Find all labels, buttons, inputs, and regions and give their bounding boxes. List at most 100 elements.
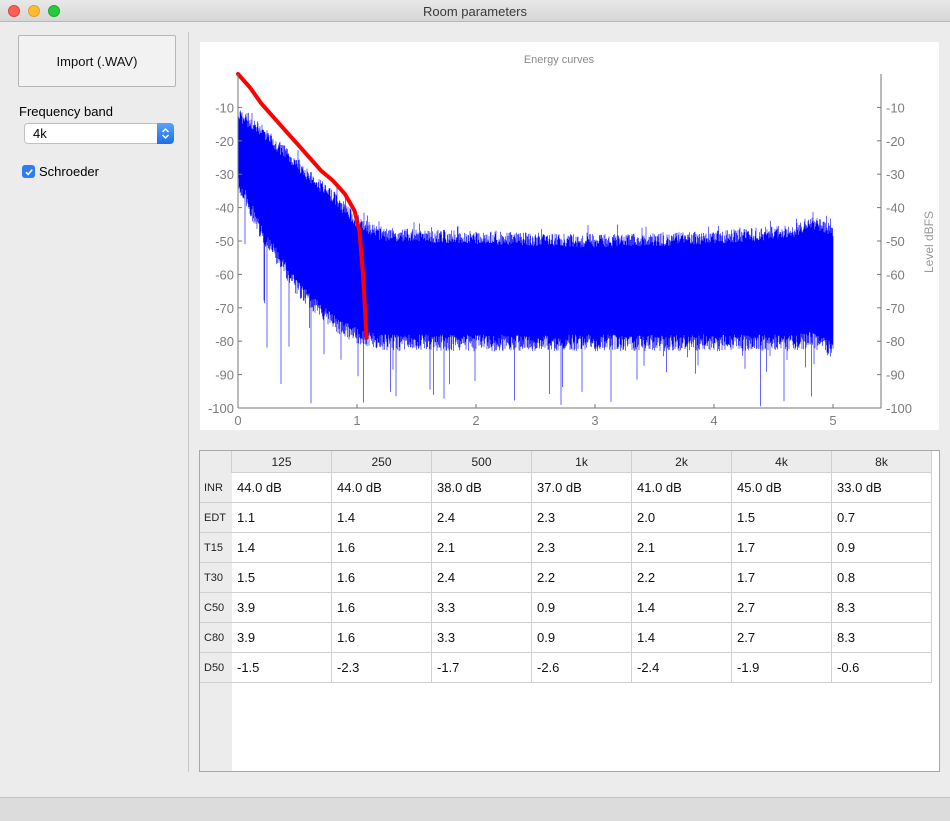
table-cell[interactable]: 1.7 <box>732 563 832 593</box>
table-cell[interactable]: 1.5 <box>732 503 832 533</box>
table-cell[interactable]: 0.9 <box>832 533 932 563</box>
table-cell[interactable]: 1.4 <box>632 623 732 653</box>
x-tick-label: 1 <box>353 413 360 428</box>
y-tick-label-right: -30 <box>886 167 905 182</box>
chart-title: Energy curves <box>524 54 595 66</box>
frequency-band-label: Frequency band <box>19 104 113 119</box>
schroeder-toggle[interactable]: Schroeder <box>22 164 99 179</box>
y-tick-label-right: -60 <box>886 267 905 282</box>
table-cell[interactable]: -0.6 <box>832 653 932 683</box>
table-cell[interactable]: 0.8 <box>832 563 932 593</box>
table-cell[interactable]: 1.6 <box>332 533 432 563</box>
table-cell[interactable]: 1.6 <box>332 593 432 623</box>
y-tick-label: -50 <box>215 234 234 249</box>
column-header[interactable]: 250 <box>332 451 432 473</box>
table-corner[interactable] <box>200 451 232 473</box>
y-tick-label-right: -10 <box>886 100 905 115</box>
energy-series <box>237 110 834 407</box>
table-cell[interactable]: 8.3 <box>832 623 932 653</box>
row-header[interactable]: C80 <box>200 623 232 653</box>
table-cell[interactable]: 2.3 <box>532 503 632 533</box>
table-cell[interactable]: 2.0 <box>632 503 732 533</box>
table-cell[interactable]: 1.4 <box>632 593 732 623</box>
table-cell[interactable]: -1.7 <box>432 653 532 683</box>
energy-series-line <box>237 110 834 407</box>
table-cell[interactable]: 0.9 <box>532 593 632 623</box>
table-cell[interactable]: 3.9 <box>232 623 332 653</box>
column-header[interactable]: 500 <box>432 451 532 473</box>
row-header[interactable]: T15 <box>200 533 232 563</box>
column-header[interactable]: 1k <box>532 451 632 473</box>
table-cell[interactable]: 3.3 <box>432 593 532 623</box>
row-header[interactable]: D50 <box>200 653 232 683</box>
column-header[interactable]: 125 <box>232 451 332 473</box>
table-cell[interactable]: 1.1 <box>232 503 332 533</box>
energy-curves-plot: Energy curves -10 -20 -30 -40 -50 -60 -70 -80 -9… <box>208 54 936 428</box>
table-cell[interactable]: -2.4 <box>632 653 732 683</box>
table-cell[interactable]: -1.9 <box>732 653 832 683</box>
y-axis-label: Level dBFS <box>922 211 936 273</box>
x-tick-label: 5 <box>829 413 836 428</box>
column-header[interactable]: 2k <box>632 451 732 473</box>
table-cell[interactable]: 1.6 <box>332 623 432 653</box>
table-cell[interactable]: 1.4 <box>232 533 332 563</box>
table-cell[interactable]: 2.4 <box>432 503 532 533</box>
table-cell[interactable]: 8.3 <box>832 593 932 623</box>
table-cell[interactable]: 45.0 dB <box>732 473 832 503</box>
table-cell[interactable]: -2.3 <box>332 653 432 683</box>
x-tick-label: 2 <box>472 413 479 428</box>
row-header[interactable]: INR <box>200 473 232 503</box>
y-tick-label: -90 <box>215 368 234 383</box>
row-header[interactable]: T30 <box>200 563 232 593</box>
table-cell[interactable]: 33.0 dB <box>832 473 932 503</box>
table-cell[interactable]: 0.7 <box>832 503 932 533</box>
checkmark-icon <box>24 168 33 176</box>
y-tick-label: -20 <box>215 134 234 149</box>
row-header[interactable]: C50 <box>200 593 232 623</box>
table-cell[interactable]: 2.4 <box>432 563 532 593</box>
x-tick-label: 4 <box>710 413 717 428</box>
table-cell[interactable]: 2.3 <box>532 533 632 563</box>
table-cell[interactable]: 44.0 dB <box>332 473 432 503</box>
table-cell[interactable]: 37.0 dB <box>532 473 632 503</box>
table-cell[interactable]: -1.5 <box>232 653 332 683</box>
table-cell[interactable]: 2.2 <box>532 563 632 593</box>
results-table: 125 250 500 1k 2k 4k 8k INR 44.0 dB 44.0 dB 38.0 d… <box>199 450 940 772</box>
column-header[interactable]: 4k <box>732 451 832 473</box>
table-cell[interactable]: 2.1 <box>432 533 532 563</box>
y-tick-label: -70 <box>215 301 234 316</box>
y-tick-label-right: -100 <box>886 401 912 416</box>
table-cell[interactable]: 1.6 <box>332 563 432 593</box>
y-tick-label: -100 <box>208 401 234 416</box>
table-cell[interactable]: 2.7 <box>732 593 832 623</box>
table-cell[interactable]: -2.6 <box>532 653 632 683</box>
table-cell[interactable]: 41.0 dB <box>632 473 732 503</box>
table-cell[interactable]: 1.7 <box>732 533 832 563</box>
title-bar: Room parameters <box>0 0 950 22</box>
import-wav-button[interactable]: Import (.WAV) <box>18 35 176 87</box>
panel-divider <box>188 32 189 772</box>
frequency-band-value: 4k <box>33 126 47 141</box>
table-cell[interactable]: 0.9 <box>532 623 632 653</box>
table-cell[interactable]: 2.2 <box>632 563 732 593</box>
energy-curves-chart: Energy curves -10 -20 -30 -40 -50 -60 -70 -80 -9… <box>200 42 939 430</box>
table-cell[interactable]: 1.5 <box>232 563 332 593</box>
y-tick-label-right: -40 <box>886 201 905 216</box>
chevron-up-down-icon[interactable] <box>157 123 174 144</box>
schroeder-checkbox[interactable] <box>22 165 35 178</box>
table-cell[interactable]: 3.9 <box>232 593 332 623</box>
table-cell[interactable]: 44.0 dB <box>232 473 332 503</box>
y-tick-label-right: -70 <box>886 301 905 316</box>
table-cell[interactable]: 2.1 <box>632 533 732 563</box>
table-cell[interactable]: 3.3 <box>432 623 532 653</box>
table-cell[interactable]: 38.0 dB <box>432 473 532 503</box>
table-cell[interactable]: 1.4 <box>332 503 432 533</box>
x-tick-label: 0 <box>234 413 241 428</box>
y-tick-label-right: -50 <box>886 234 905 249</box>
row-header[interactable]: EDT <box>200 503 232 533</box>
frequency-band-select[interactable]: 4k <box>24 123 174 144</box>
y-ticks-right: -10 -20 -30 -40 -50 -60 -70 -80 -90 -100 <box>877 100 912 416</box>
y-ticks-left: -10 -20 -30 -40 -50 -60 -70 -80 -90 -100 <box>208 100 242 416</box>
column-header[interactable]: 8k <box>832 451 932 473</box>
table-cell[interactable]: 2.7 <box>732 623 832 653</box>
